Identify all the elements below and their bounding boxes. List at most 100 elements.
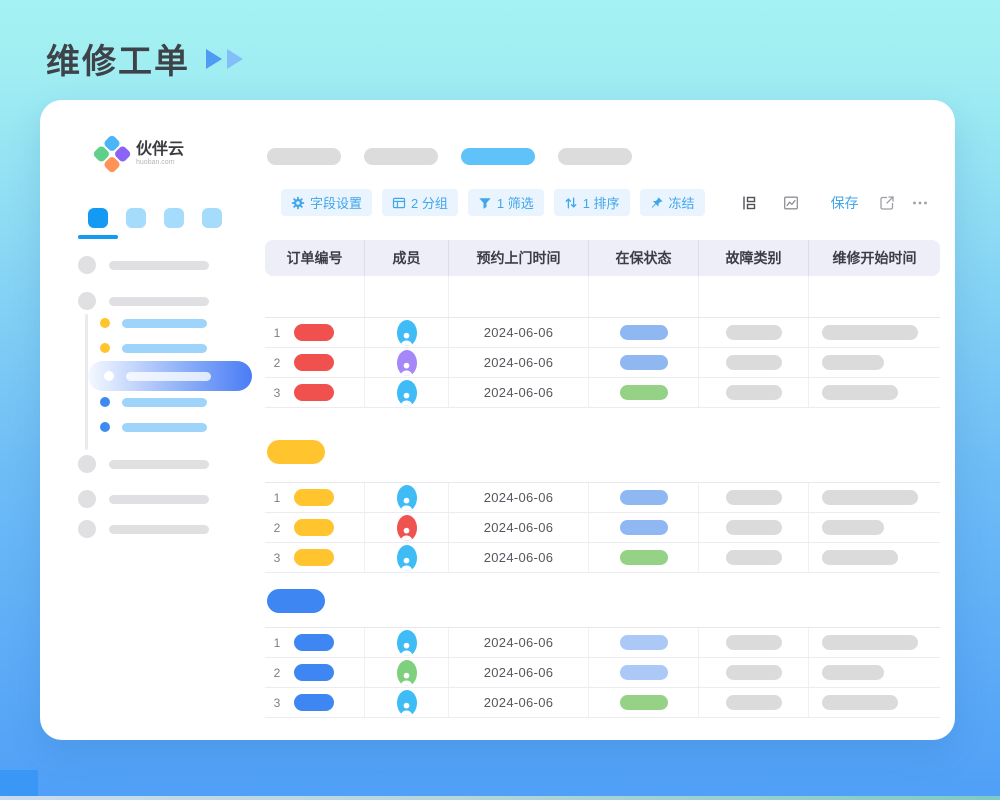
table-row[interactable]: 2 2024-06-06 [265,658,940,688]
sort-button[interactable]: 1 排序 [554,189,630,216]
share-icon[interactable] [879,195,895,211]
table-row[interactable]: 32024-06-06 [265,378,940,408]
filter-label: 1 筛选 [497,193,534,212]
sidebar-tab-1[interactable] [88,208,108,228]
table-row[interactable]: 22024-06-06 [265,348,940,378]
row-height-icon[interactable] [741,195,757,211]
row-number: 2 [273,666,281,680]
start-time-pill [822,520,884,535]
column-header[interactable]: 成员 [365,240,449,276]
column-header[interactable]: 预约上门时间 [449,240,589,276]
cell-fault-category [699,513,809,542]
filter-button[interactable]: 1 筛选 [468,189,544,216]
active-tab-indicator [78,235,118,239]
cell-repair-start [809,688,940,717]
sidebar-tree-item[interactable] [100,343,207,353]
cell-visit-time: 2024-06-06 [449,378,589,407]
table-row[interactable]: 1 2024-06-06 [265,483,940,513]
tree-item-bar [122,319,207,328]
table-row[interactable]: 12024-06-06 [265,628,940,658]
order-pill [294,519,334,536]
freeze-button[interactable]: 冻结 [640,189,705,216]
table-row[interactable]: 22024-06-06 [265,513,940,543]
freeze-label: 冻结 [669,193,695,212]
sidebar-tab-2[interactable] [126,208,146,228]
cell-warranty-status [589,628,699,657]
tree-item-dot [100,422,110,432]
group-header-cell [449,276,589,317]
row-number: 3 [273,551,281,565]
sidebar-tree-item[interactable] [100,397,207,407]
cell-warranty-status [589,543,699,572]
cell-member [365,318,449,347]
chart-icon[interactable] [783,195,799,211]
order-pill [294,664,334,681]
sidebar-tree-item-selected[interactable] [88,361,252,391]
column-header[interactable]: 故障类别 [699,240,809,276]
row-number: 3 [273,696,281,710]
table-row[interactable]: 12024-06-06 [265,318,940,348]
group-header-cell [589,276,699,317]
order-pill [294,384,334,401]
visit-date: 2024-06-06 [484,490,554,505]
start-time-pill [822,550,898,565]
sidebar-tree-item[interactable] [100,422,207,432]
view-tab-pill-3[interactable] [461,148,535,165]
sidebar-skeleton-item [78,490,209,508]
skeleton-bar [109,297,209,306]
fault-pill [726,325,782,340]
row-number: 1 [273,326,281,340]
skeleton-bar [109,495,209,504]
cell-member [365,513,449,542]
sidebar-skeleton-item [78,256,209,274]
bottom-strip [0,796,1000,800]
fault-pill [726,520,782,535]
tree-indent-line [85,314,88,450]
group-header-pill[interactable] [267,589,325,613]
group-button[interactable]: 2 分组 [382,189,458,216]
tree-item-dot [100,318,110,328]
tree-item-dot [100,397,110,407]
column-header[interactable]: 订单编号 [265,240,365,276]
sidebar-tree-item[interactable] [100,318,207,328]
cell-warranty-status [589,513,699,542]
cell-fault-category [699,628,809,657]
fault-pill [726,355,782,370]
view-tab-pill-1[interactable] [267,148,341,165]
cell-repair-start [809,318,940,347]
sort-label: 1 排序 [583,193,620,212]
more-icon[interactable] [912,195,928,211]
skeleton-dot [78,256,96,274]
column-header[interactable]: 维修开始时间 [809,240,940,276]
filter-icon [478,196,492,210]
table-row[interactable]: 32024-06-06 [265,543,940,573]
field-settings-button[interactable]: 字段设置 [281,189,372,216]
group-header-row [265,276,940,317]
data-table: 订单编号成员预约上门时间在保状态故障类别维修开始时间 1 2024-06-06 2 20… [265,240,940,718]
play-icon [206,49,222,69]
tree-item-bar [122,344,207,353]
member-avatar [397,350,417,376]
sidebar: 伙伴云 huoban.com [40,100,265,740]
sidebar-tab-4[interactable] [202,208,222,228]
visit-date: 2024-06-06 [484,520,554,535]
view-tab-pill-2[interactable] [364,148,438,165]
save-button[interactable]: 保存 [825,192,865,214]
cell-order-number: 2 [265,658,365,687]
table-header-row: 订单编号成员预约上门时间在保状态故障类别维修开始时间 [265,240,940,276]
column-header[interactable]: 在保状态 [589,240,699,276]
cell-repair-start [809,513,940,542]
group-header-pill[interactable] [267,440,325,464]
app-card: 伙伴云 huoban.com 字段设置 2 分组 1 筛选 1 排序 冻结 保存 [40,100,955,740]
visit-date: 2024-06-06 [484,635,554,650]
cell-warranty-status [589,378,699,407]
cell-fault-category [699,688,809,717]
skeleton-dot [78,455,96,473]
table-row[interactable]: 32024-06-06 [265,688,940,718]
visit-date: 2024-06-06 [484,665,554,680]
brand-logo[interactable]: 伙伴云 huoban.com [98,140,184,168]
sidebar-tab-3[interactable] [164,208,184,228]
page-title-row: 维修工单 [46,34,243,83]
cell-order-number: 1 [265,483,365,512]
view-tab-pill-4[interactable] [558,148,632,165]
